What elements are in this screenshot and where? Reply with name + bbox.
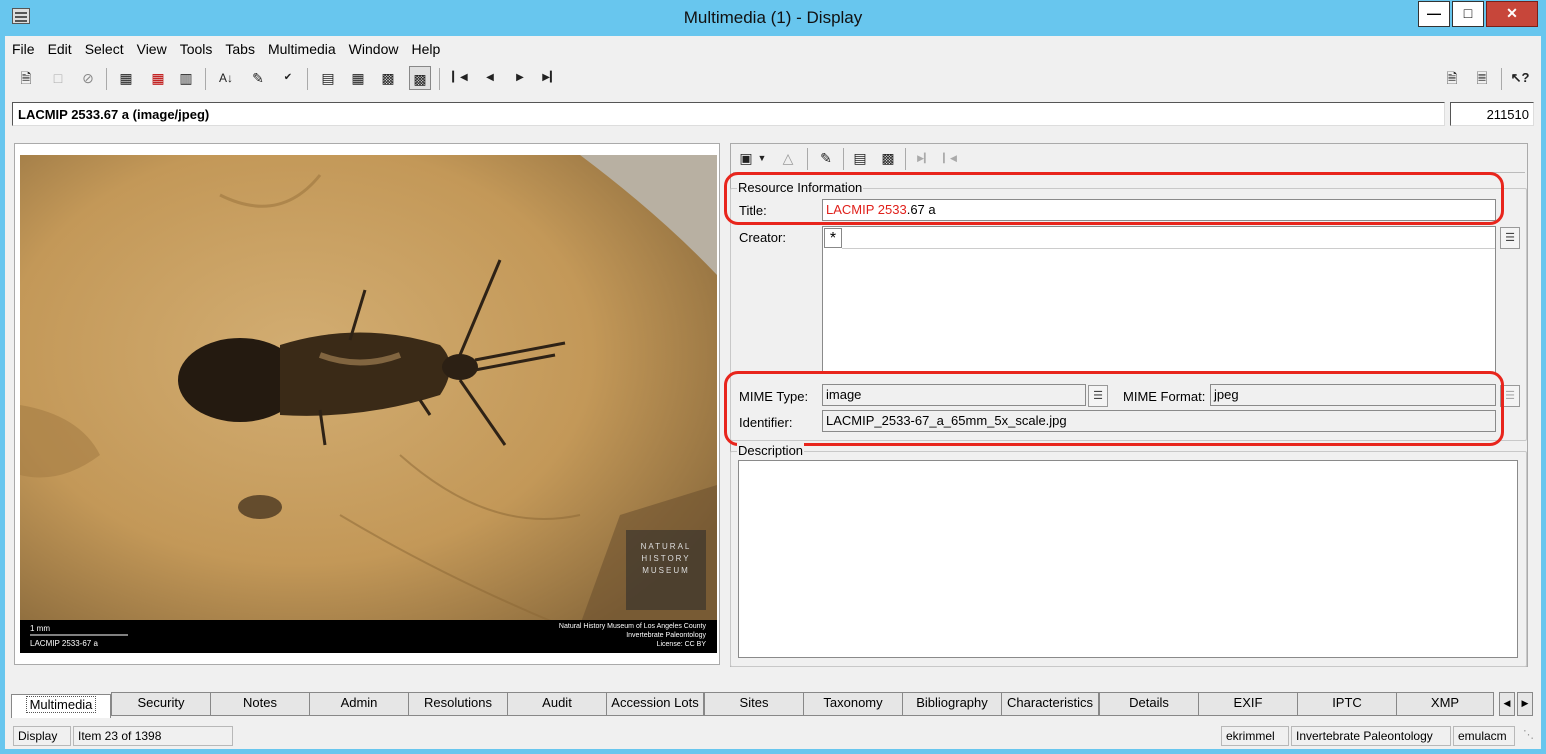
play-icon[interactable]: ▶▎	[913, 146, 935, 170]
tab-audit[interactable]: Audit	[507, 692, 607, 716]
menu-tools[interactable]: Tools	[173, 38, 219, 57]
clear-icon[interactable]: △	[777, 146, 799, 170]
tab-multimedia[interactable]: Multimedia	[11, 694, 111, 718]
copy-record-icon[interactable]: ▥	[175, 66, 197, 90]
list-view-icon[interactable]: ▦	[347, 66, 369, 90]
window-title: Multimedia (1) - Display	[683, 8, 863, 27]
save-media-icon[interactable]: ▩	[877, 146, 899, 170]
title-bar: Multimedia (1) - Display — □ ✕	[0, 0, 1546, 36]
tab-bibliography[interactable]: Bibliography	[902, 692, 1002, 716]
image-credit: Natural History Museum of Los Angeles Co…	[558, 623, 706, 648]
page-view-icon[interactable]: ▩	[377, 66, 399, 90]
status-mode: Display	[13, 726, 71, 746]
maximize-button[interactable]: □	[1452, 1, 1484, 27]
copy-icon[interactable]: 🗏	[1471, 66, 1493, 90]
tab-taxonomy[interactable]: Taxonomy	[803, 692, 903, 716]
help-pointer-icon[interactable]: ↖?	[1509, 66, 1531, 90]
description-field[interactable]	[738, 460, 1518, 658]
previous-record-icon[interactable]: ◀	[479, 66, 501, 90]
menu-bar: File Edit Select View Tools Tabs Multimedia Win…	[5, 38, 1541, 60]
tab-accession-lots[interactable]: Accession Lots	[606, 692, 704, 716]
tab-iptc[interactable]: IPTC	[1297, 692, 1397, 716]
menu-view[interactable]: View	[130, 38, 173, 57]
menu-file[interactable]: File	[5, 38, 41, 57]
description-legend: Description	[737, 443, 805, 458]
cancel-icon[interactable]: ⊘	[77, 66, 99, 90]
close-button[interactable]: ✕	[1486, 1, 1538, 27]
status-bar: Display Item 23 of 1398 ekrimmel Inverte…	[5, 724, 1541, 748]
title-highlight-ring	[724, 172, 1504, 225]
new-row-marker[interactable]: *	[824, 228, 842, 248]
status-department: Invertebrate Paleontology	[1291, 726, 1451, 746]
tab-exif[interactable]: EXIF	[1198, 692, 1298, 716]
menu-window[interactable]: Window	[342, 38, 405, 57]
details-view-icon[interactable]: ▤	[317, 66, 339, 90]
minimize-button[interactable]: —	[1418, 1, 1450, 27]
tab-resolutions[interactable]: Resolutions	[408, 692, 508, 716]
menu-select[interactable]: Select	[78, 38, 130, 57]
first-record-icon[interactable]: ▎◀	[449, 66, 471, 90]
tab-sites[interactable]: Sites	[704, 692, 804, 716]
tab-scroll-right-icon[interactable]: ▶	[1517, 692, 1533, 716]
specimen-photo-svg	[20, 155, 717, 653]
record-summary: LACMIP 2533.67 a (image/jpeg)	[12, 102, 1445, 126]
save-icon[interactable]: □	[47, 66, 69, 90]
menu-tabs[interactable]: Tabs	[218, 38, 261, 57]
attach-icon[interactable]: 🗎	[1441, 66, 1463, 90]
tab-admin[interactable]: Admin	[309, 692, 409, 716]
display-view-icon[interactable]: ▩	[409, 66, 431, 90]
tab-xmp[interactable]: XMP	[1396, 692, 1494, 716]
retrieve-record-icon[interactable]: ▦	[115, 66, 137, 90]
specimen-image: NATURAL HISTORY MUSEUM 1 mm LACMIP 2533-67…	[20, 155, 717, 653]
menu-help[interactable]: Help	[404, 38, 446, 57]
image-caption: LACMIP 2533-67 a	[30, 639, 98, 648]
insert-dropdown-icon[interactable]: ▼	[755, 146, 769, 170]
status-user: ekrimmel	[1221, 726, 1289, 746]
tab-details[interactable]: Details	[1099, 692, 1199, 716]
open-media-icon[interactable]: ▤	[849, 146, 871, 170]
edit-media-icon[interactable]: ✎	[815, 146, 837, 170]
tab-bar: Multimedia Security Notes Admin Resoluti…	[5, 692, 1541, 718]
last-record-icon[interactable]: ▶▎	[539, 66, 561, 90]
creator-label: Creator:	[739, 230, 786, 245]
menu-edit[interactable]: Edit	[41, 38, 78, 57]
creator-lookup-icon[interactable]: ☰	[1500, 227, 1520, 249]
rewind-icon[interactable]: ▎◀	[939, 146, 961, 170]
museum-logo: NATURAL HISTORY MUSEUM	[640, 542, 692, 575]
resize-grip-icon[interactable]: ⋱	[1519, 726, 1539, 746]
creator-list[interactable]: *	[822, 226, 1496, 374]
edit-icon[interactable]: ✎	[247, 66, 269, 90]
tab-characteristics[interactable]: Characteristics	[1001, 692, 1099, 716]
mime-highlight-ring	[724, 371, 1504, 446]
sort-icon[interactable]: A↓	[215, 66, 237, 90]
tab-scroll-left-icon[interactable]: ◀	[1499, 692, 1515, 716]
record-id: 211510	[1450, 102, 1534, 126]
menu-multimedia[interactable]: Multimedia	[261, 38, 342, 57]
status-item-count: Item 23 of 1398	[73, 726, 233, 746]
tab-security[interactable]: Security	[111, 692, 211, 716]
new-record-icon[interactable]: 🗎	[15, 66, 37, 90]
next-record-icon[interactable]: ▶	[509, 66, 531, 90]
insert-media-icon[interactable]: ▣	[735, 146, 757, 170]
main-toolbar: 🗎 □ ⊘ ▦ ▦ ▥ A↓ ✎ ✔ ▤ ▦ ▩ ▩ ▎◀ ◀ ▶ ▶▎ 🗎 🗏…	[5, 66, 1541, 94]
status-host: emulacm	[1453, 726, 1515, 746]
delete-record-icon[interactable]: ▦	[147, 66, 169, 90]
spellcheck-icon[interactable]: ✔	[277, 66, 299, 90]
tab-notes[interactable]: Notes	[210, 692, 310, 716]
scale-bar-label: 1 mm	[30, 624, 50, 633]
